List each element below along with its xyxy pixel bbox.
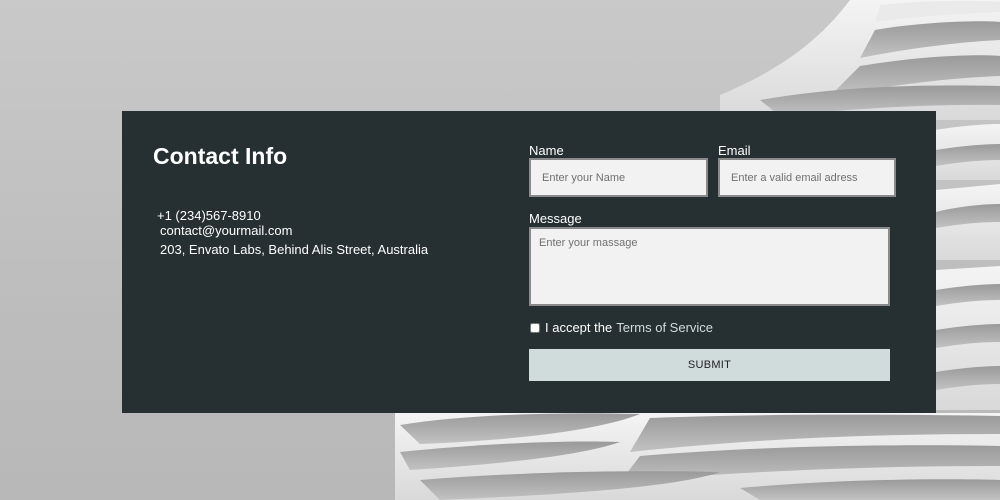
name-label: Name — [529, 143, 564, 158]
contact-card: Contact Info +1 (234)567-8910 contact@yo… — [122, 111, 936, 413]
contact-info-title: Contact Info — [153, 143, 288, 169]
terms-row: I accept the Terms of Service — [529, 320, 713, 335]
contact-email: contact@yourmail.com — [160, 223, 293, 238]
email-input[interactable] — [718, 158, 896, 197]
message-label: Message — [529, 211, 582, 226]
name-input[interactable] — [529, 158, 708, 197]
email-label: Email — [718, 143, 751, 158]
contact-phone: +1 (234)567-8910 — [157, 208, 261, 223]
terms-checkbox[interactable] — [530, 322, 540, 333]
submit-button[interactable]: SUBMIT — [529, 349, 890, 381]
terms-prefix-text: I accept the — [545, 320, 613, 335]
contact-address: 203, Envato Labs, Behind Alis Street, Au… — [160, 242, 429, 257]
terms-of-service-link[interactable]: Terms of Service — [616, 320, 713, 335]
message-textarea[interactable] — [529, 227, 890, 306]
